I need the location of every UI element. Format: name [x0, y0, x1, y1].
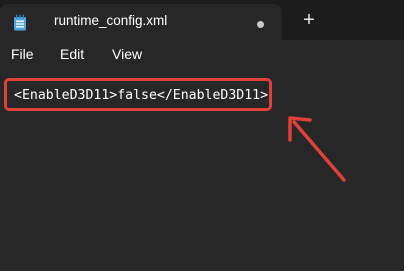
arrow-icon — [288, 116, 346, 182]
tab-strip: runtime_config.xml + — [0, 0, 404, 40]
menu-edit[interactable]: Edit — [60, 46, 84, 62]
menu-view[interactable]: View — [112, 46, 142, 62]
menu-bar: File Edit View — [0, 40, 404, 70]
unsaved-dot-icon[interactable] — [257, 21, 264, 28]
notepad-icon — [13, 14, 27, 31]
new-tab-button[interactable]: + — [298, 8, 320, 32]
text-editor[interactable]: <EnableD3D11>false</EnableD3D11> — [0, 70, 404, 271]
highlight-box — [4, 78, 272, 111]
menu-file[interactable]: File — [11, 46, 34, 62]
notepad-window: runtime_config.xml + File Edit View <Ena… — [0, 0, 404, 271]
tab-runtime-config[interactable]: runtime_config.xml — [0, 4, 282, 40]
tab-title: runtime_config.xml — [54, 13, 168, 28]
